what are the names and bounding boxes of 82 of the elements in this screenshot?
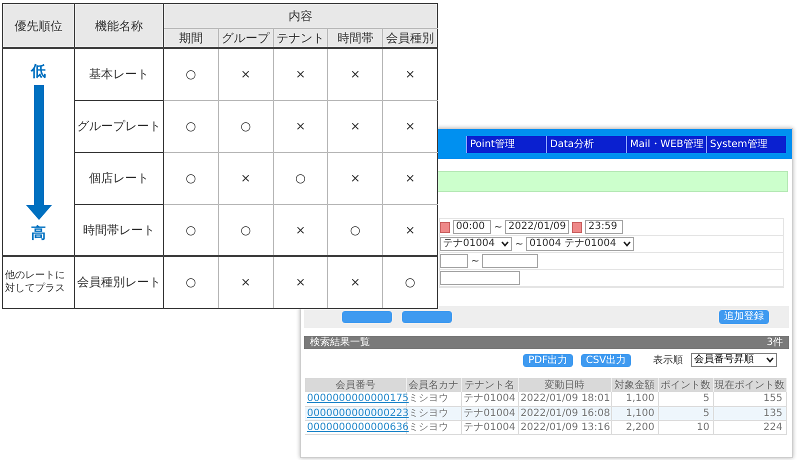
column-header: 会員種別 — [382, 28, 438, 48]
time-field[interactable]: 00:00 — [453, 220, 491, 234]
range-separator: ~ — [515, 238, 524, 252]
input-field[interactable] — [440, 254, 468, 268]
column-header: 機能名称 — [74, 4, 164, 48]
table-cell: × — [273, 48, 328, 100]
low-priority-label: 低 — [31, 61, 46, 82]
table-cell: 135 — [713, 406, 786, 420]
nav-tab[interactable]: Point管理 — [466, 136, 546, 152]
table-cell: 基本レート — [74, 48, 164, 100]
table-cell: × — [218, 152, 274, 204]
table-cell: × — [273, 204, 328, 256]
column-header: テナント — [273, 28, 328, 48]
time-field[interactable]: 23:59 — [585, 220, 624, 234]
member-link[interactable]: 0000000000000175 — [305, 392, 406, 406]
table-cell: × — [328, 256, 383, 308]
table-cell: テナ01004 — [461, 420, 518, 434]
table-cell: ○ — [218, 100, 274, 152]
table-cell: 1,100 — [611, 392, 658, 406]
sort-label: 表示順 — [653, 354, 683, 368]
table-cell: 10 — [658, 420, 713, 434]
table-cell: × — [328, 152, 383, 204]
table-cell: ○ — [164, 204, 218, 256]
table-cell: ○ — [164, 100, 218, 152]
range-separator: ~ — [471, 254, 480, 268]
calendar-icon[interactable] — [572, 222, 582, 232]
column-header: 内容 — [164, 4, 438, 28]
table-cell: ○ — [164, 48, 218, 100]
input-field[interactable] — [440, 271, 520, 285]
table-cell: × — [382, 152, 438, 204]
table-cell: 2022/01/09 13:16 — [518, 420, 611, 434]
table-cell: × — [382, 48, 438, 100]
table-cell: ○ — [382, 256, 438, 308]
table-cell: ○ — [164, 256, 218, 308]
table-cell: 2022/01/09 16:08 — [518, 406, 611, 420]
table-cell: テナ01004 — [461, 406, 518, 420]
table-cell: 2022/01/09 18:01 — [518, 392, 611, 406]
table-cell: × — [328, 48, 383, 100]
column-header: 期間 — [164, 28, 218, 48]
nav-tab[interactable]: System管理 — [706, 136, 786, 152]
date-field[interactable]: 2022/01/09 — [505, 220, 570, 234]
table-cell: 224 — [713, 420, 786, 434]
caret-icon — [623, 241, 632, 247]
caret-icon — [766, 357, 774, 363]
nav-tab[interactable]: Data分析 — [546, 136, 626, 152]
table-cell: × — [218, 48, 274, 100]
caret-icon — [501, 241, 509, 247]
table-cell: × — [328, 100, 383, 152]
range-separator: ~ — [494, 220, 502, 234]
table-cell: × — [218, 256, 274, 308]
table-cell: ○ — [164, 152, 218, 204]
table-cell: 155 — [713, 392, 786, 406]
tenant-select[interactable]: テナ01004 — [440, 237, 512, 251]
table-cell: ○ — [328, 204, 383, 256]
table-cell: 5 — [658, 392, 713, 406]
down-arrow-icon — [26, 84, 52, 220]
table-cell: × — [273, 100, 328, 152]
table-cell: 個店レート — [74, 152, 164, 204]
high-priority-label: 高 — [31, 222, 46, 244]
table-cell: × — [382, 100, 438, 152]
table-cell: × — [382, 204, 438, 256]
column-header: グループ — [218, 28, 274, 48]
table-cell: 2,200 — [611, 420, 658, 434]
column-header: 優先順位 — [2, 4, 74, 48]
column-header: 時間帯 — [328, 28, 383, 48]
member-link[interactable]: 0000000000000636 — [305, 420, 406, 434]
tenant-select[interactable]: 01004 テナ01004 — [526, 237, 634, 251]
table-cell: 5 — [658, 406, 713, 420]
table-cell: × — [273, 256, 328, 308]
input-field[interactable] — [482, 254, 538, 268]
sort-select[interactable]: 会員番号昇順 — [691, 353, 777, 367]
table-cell: 会員種別レート — [74, 256, 164, 308]
section-title: 検索結果一覧 — [310, 336, 370, 348]
table-cell: ○ — [218, 204, 274, 256]
table-cell: ○ — [273, 152, 328, 204]
table-cell: グループレート — [74, 100, 164, 152]
table-cell: 1,100 — [611, 406, 658, 420]
table-cell: 他のレートに対してプラス — [2, 256, 74, 308]
nav-tab[interactable]: Mail・WEB管理 — [626, 136, 706, 152]
calendar-icon[interactable] — [440, 222, 450, 232]
table-cell: テナ01004 — [461, 392, 518, 406]
result-count: 3件 — [766, 336, 783, 348]
